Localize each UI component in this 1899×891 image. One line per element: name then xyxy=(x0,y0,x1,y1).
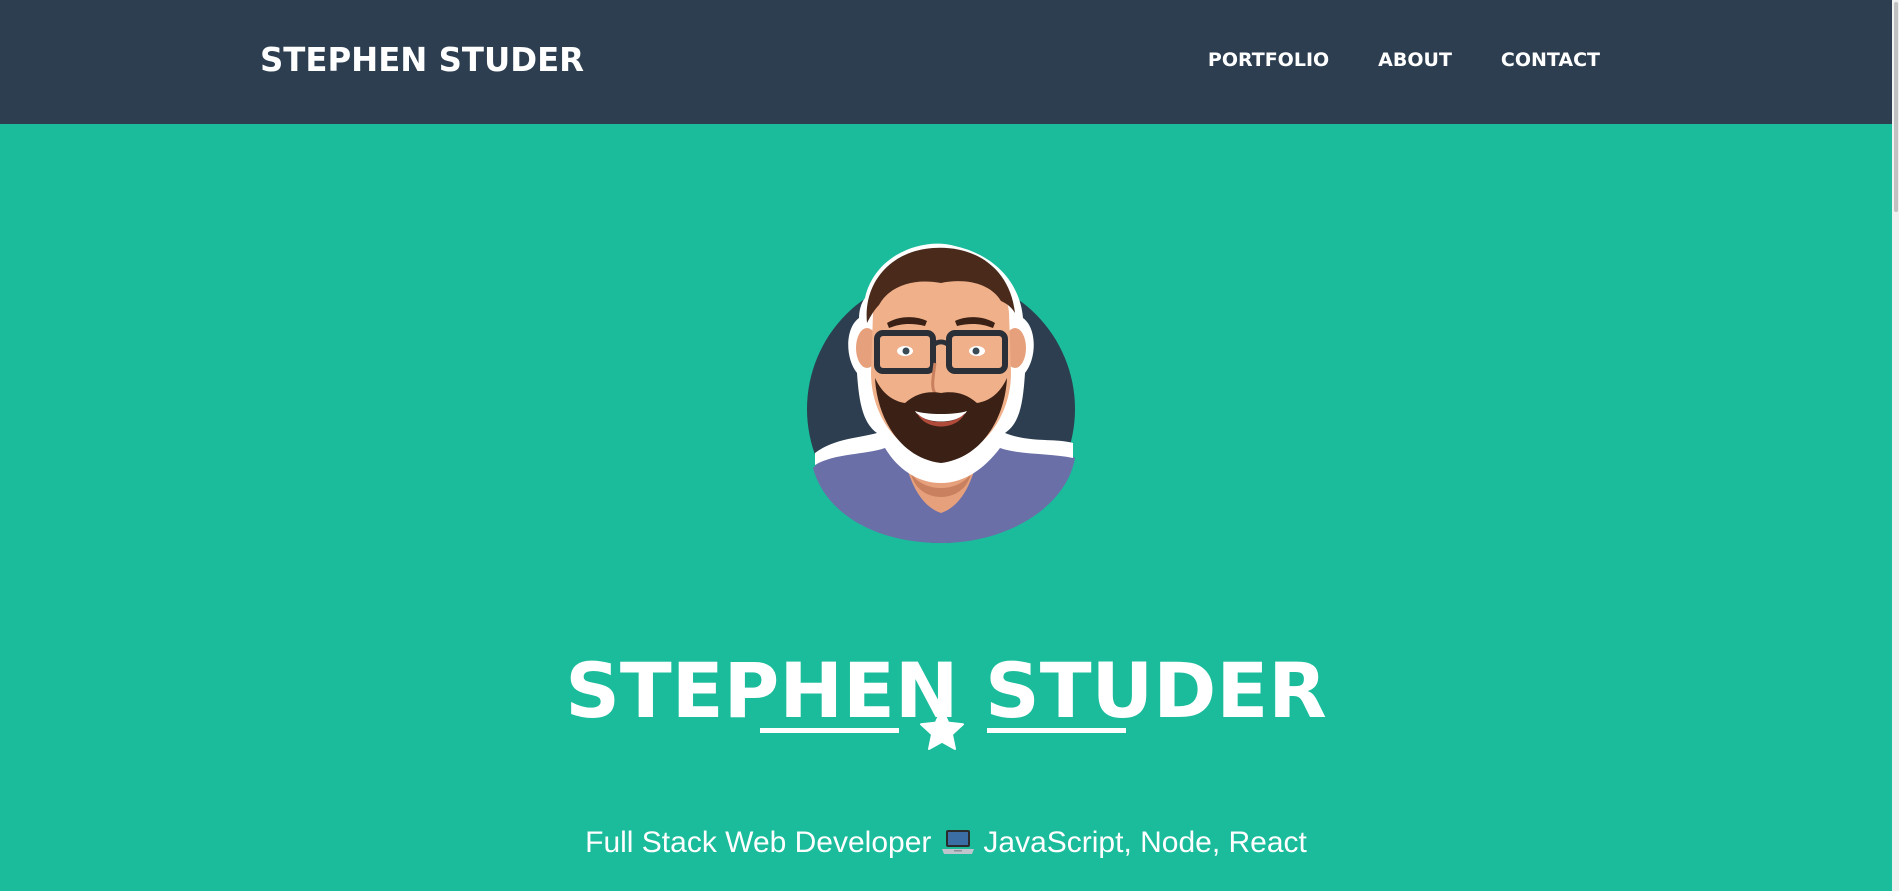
nav-links: PORTFOLIO ABOUT CONTACT xyxy=(1159,46,1600,74)
divider-line-left xyxy=(760,728,899,733)
divider-line-right xyxy=(987,728,1126,733)
subtitle-skills: JavaScript, Node, React xyxy=(983,826,1307,859)
star-divider xyxy=(760,706,1126,754)
navbar: STEPHEN STUDER PORTFOLIO ABOUT CONTACT xyxy=(0,0,1892,124)
star-icon xyxy=(920,708,964,750)
avatar-image xyxy=(807,243,1075,543)
scrollbar-thumb[interactable] xyxy=(1894,2,1898,212)
laptop-icon xyxy=(942,830,975,854)
hero-subtitle: Full Stack Web Developer JavaScript, Nod… xyxy=(0,822,1892,864)
page-scrollbar[interactable] xyxy=(1892,0,1899,891)
subtitle-role: Full Stack Web Developer xyxy=(585,826,932,859)
brand-link[interactable]: STEPHEN STUDER xyxy=(260,38,584,82)
nav-link-about[interactable]: ABOUT xyxy=(1378,46,1452,74)
nav-link-contact[interactable]: CONTACT xyxy=(1501,46,1600,74)
nav-link-portfolio[interactable]: PORTFOLIO xyxy=(1208,46,1329,74)
